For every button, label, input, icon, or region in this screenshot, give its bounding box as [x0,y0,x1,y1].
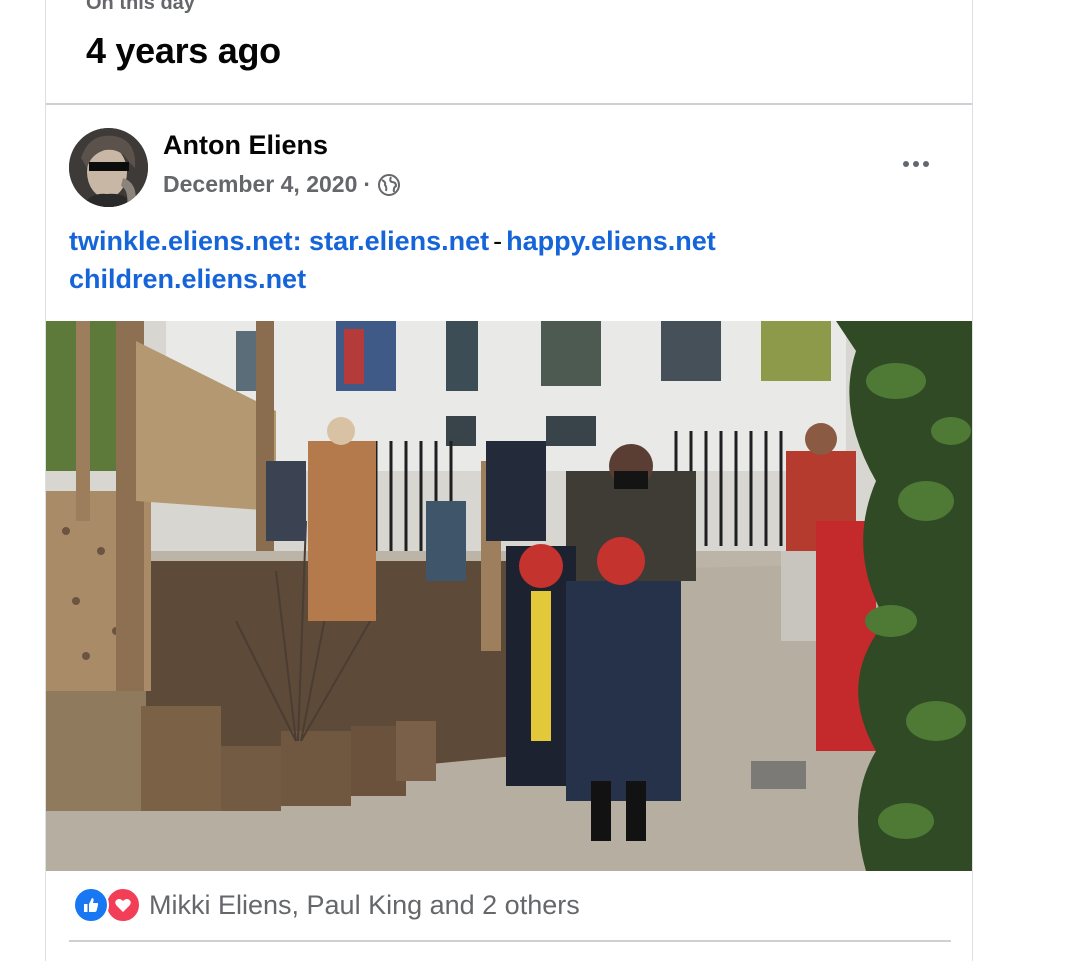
globe-icon[interactable] [377,173,401,197]
memory-kicker: On this day [86,0,195,14]
post-date[interactable]: December 4, 2020 [163,171,357,198]
footer-divider [69,940,951,942]
more-options-button[interactable] [894,146,938,182]
header-divider [46,103,972,105]
more-horizontal-icon [903,161,909,167]
link-separator: - [493,226,503,256]
reaction-summary[interactable]: Mikki Eliens, Paul King and 2 others [73,887,580,923]
author-avatar[interactable] [69,128,148,207]
post-photo[interactable] [46,321,972,871]
like-icon [73,887,109,923]
love-icon [105,887,141,923]
avatar-image [69,128,148,207]
author-name[interactable]: Anton Eliens [163,130,328,161]
link-happy[interactable]: happy.eliens.net [506,226,716,256]
post-text: twinkle.eliens.net: star.eliens.net - happ… [69,222,929,298]
post-meta: December 4, 2020 · [163,171,401,198]
link-twinkle[interactable]: twinkle.eliens.net: star.eliens.net [69,226,489,256]
link-children[interactable]: children.eliens.net [69,264,306,294]
memory-card: On this day 4 years ago Anton Eliens Dec… [45,0,973,961]
playground-photo [46,321,972,871]
memory-title: 4 years ago [86,30,281,71]
reaction-names[interactable]: Mikki Eliens, Paul King and 2 others [149,890,580,921]
meta-separator: · [363,171,372,197]
